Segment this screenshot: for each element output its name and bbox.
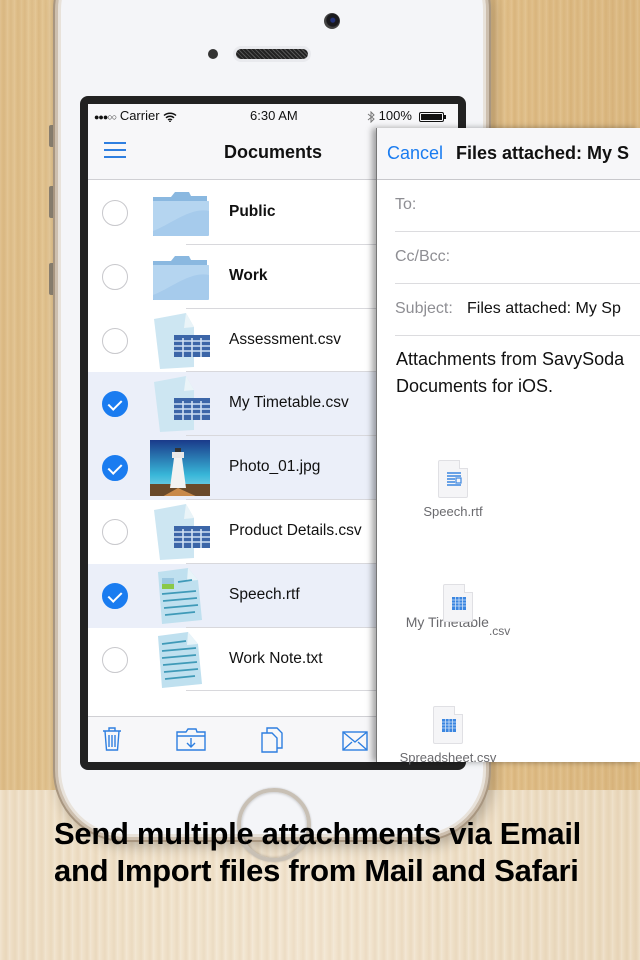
carrier-name: Carrier xyxy=(119,108,160,123)
to-label: To: xyxy=(395,196,417,213)
bluetooth-icon xyxy=(367,110,375,123)
message-body[interactable]: Attachments from SavySoda Documents for … xyxy=(396,346,640,400)
battery-percent: 100% xyxy=(378,108,412,123)
subject-label: Subject: xyxy=(395,300,453,317)
spreadsheet-file-icon xyxy=(154,376,210,433)
file-name: Public xyxy=(229,203,276,220)
csv-attachment-icon xyxy=(433,706,463,744)
earpiece-speaker xyxy=(236,49,308,59)
file-name: Photo_01.jpg xyxy=(229,458,321,476)
proximity-sensor xyxy=(208,49,218,59)
spreadsheet-file-icon xyxy=(154,503,210,560)
subject-value: Files attached: My Sp xyxy=(467,300,621,317)
attachment-speech[interactable]: Speech.rtf xyxy=(413,460,493,519)
folder-import-icon[interactable] xyxy=(176,727,206,751)
status-bar: ●●●○○ Carrier 6:30 AM 100% xyxy=(88,104,458,126)
to-field[interactable]: To: xyxy=(395,180,640,232)
subject-field[interactable]: Subject: Files attached: My Sp xyxy=(395,284,640,336)
rich-text-file-icon xyxy=(158,567,202,624)
select-checkbox-checked[interactable] xyxy=(102,391,128,418)
attachment-timetable[interactable]: My Timetable.csv xyxy=(403,584,513,638)
select-checkbox-checked[interactable] xyxy=(102,455,128,482)
select-checkbox[interactable] xyxy=(102,518,128,545)
file-name: Speech.rtf xyxy=(229,585,300,603)
file-name: Product Details.csv xyxy=(229,521,362,539)
cc-bcc-label: Cc/Bcc: xyxy=(395,248,451,265)
cc-bcc-field[interactable]: Cc/Bcc: xyxy=(395,232,640,284)
mail-compose-sheet: Cancel Files attached: My S To: Cc/Bcc: … xyxy=(376,128,640,765)
cancel-button[interactable]: Cancel xyxy=(387,143,443,164)
compose-nav-bar: Cancel Files attached: My S xyxy=(377,128,640,180)
mail-icon[interactable] xyxy=(342,731,368,751)
front-camera xyxy=(324,13,340,29)
spreadsheet-file-icon xyxy=(154,312,210,369)
battery-icon xyxy=(418,111,446,122)
trash-icon[interactable] xyxy=(102,727,122,751)
promo-caption: Send multiple attachments via Email and … xyxy=(54,816,581,888)
file-name: Work xyxy=(229,266,268,284)
compose-title: Files attached: My S xyxy=(456,143,630,163)
rtf-attachment-icon xyxy=(438,460,468,498)
select-checkbox-checked[interactable] xyxy=(102,582,128,609)
file-name: My Timetable.csv xyxy=(229,394,349,412)
wifi-icon xyxy=(163,112,177,122)
select-checkbox[interactable] xyxy=(102,327,128,354)
attachment-label: Spreadsheet.csv xyxy=(399,750,497,765)
select-checkbox[interactable] xyxy=(102,646,128,673)
attachment-spreadsheet[interactable]: Spreadsheet.csv xyxy=(393,706,503,765)
select-checkbox[interactable] xyxy=(102,263,128,290)
photo-thumbnail xyxy=(150,440,210,497)
file-name: Work Note.txt xyxy=(229,649,323,667)
folder-icon xyxy=(153,255,209,300)
attachment-label: Speech.rtf xyxy=(423,504,483,519)
folder-icon xyxy=(153,192,209,236)
copy-icon[interactable] xyxy=(260,727,284,753)
clock: 6:30 AM xyxy=(250,108,298,123)
select-checkbox[interactable] xyxy=(102,200,128,226)
file-name: Assessment.csv xyxy=(229,330,341,348)
text-file-icon xyxy=(158,631,202,688)
signal-strength: ●●●○○ xyxy=(94,112,117,122)
csv-attachment-icon xyxy=(443,584,473,622)
